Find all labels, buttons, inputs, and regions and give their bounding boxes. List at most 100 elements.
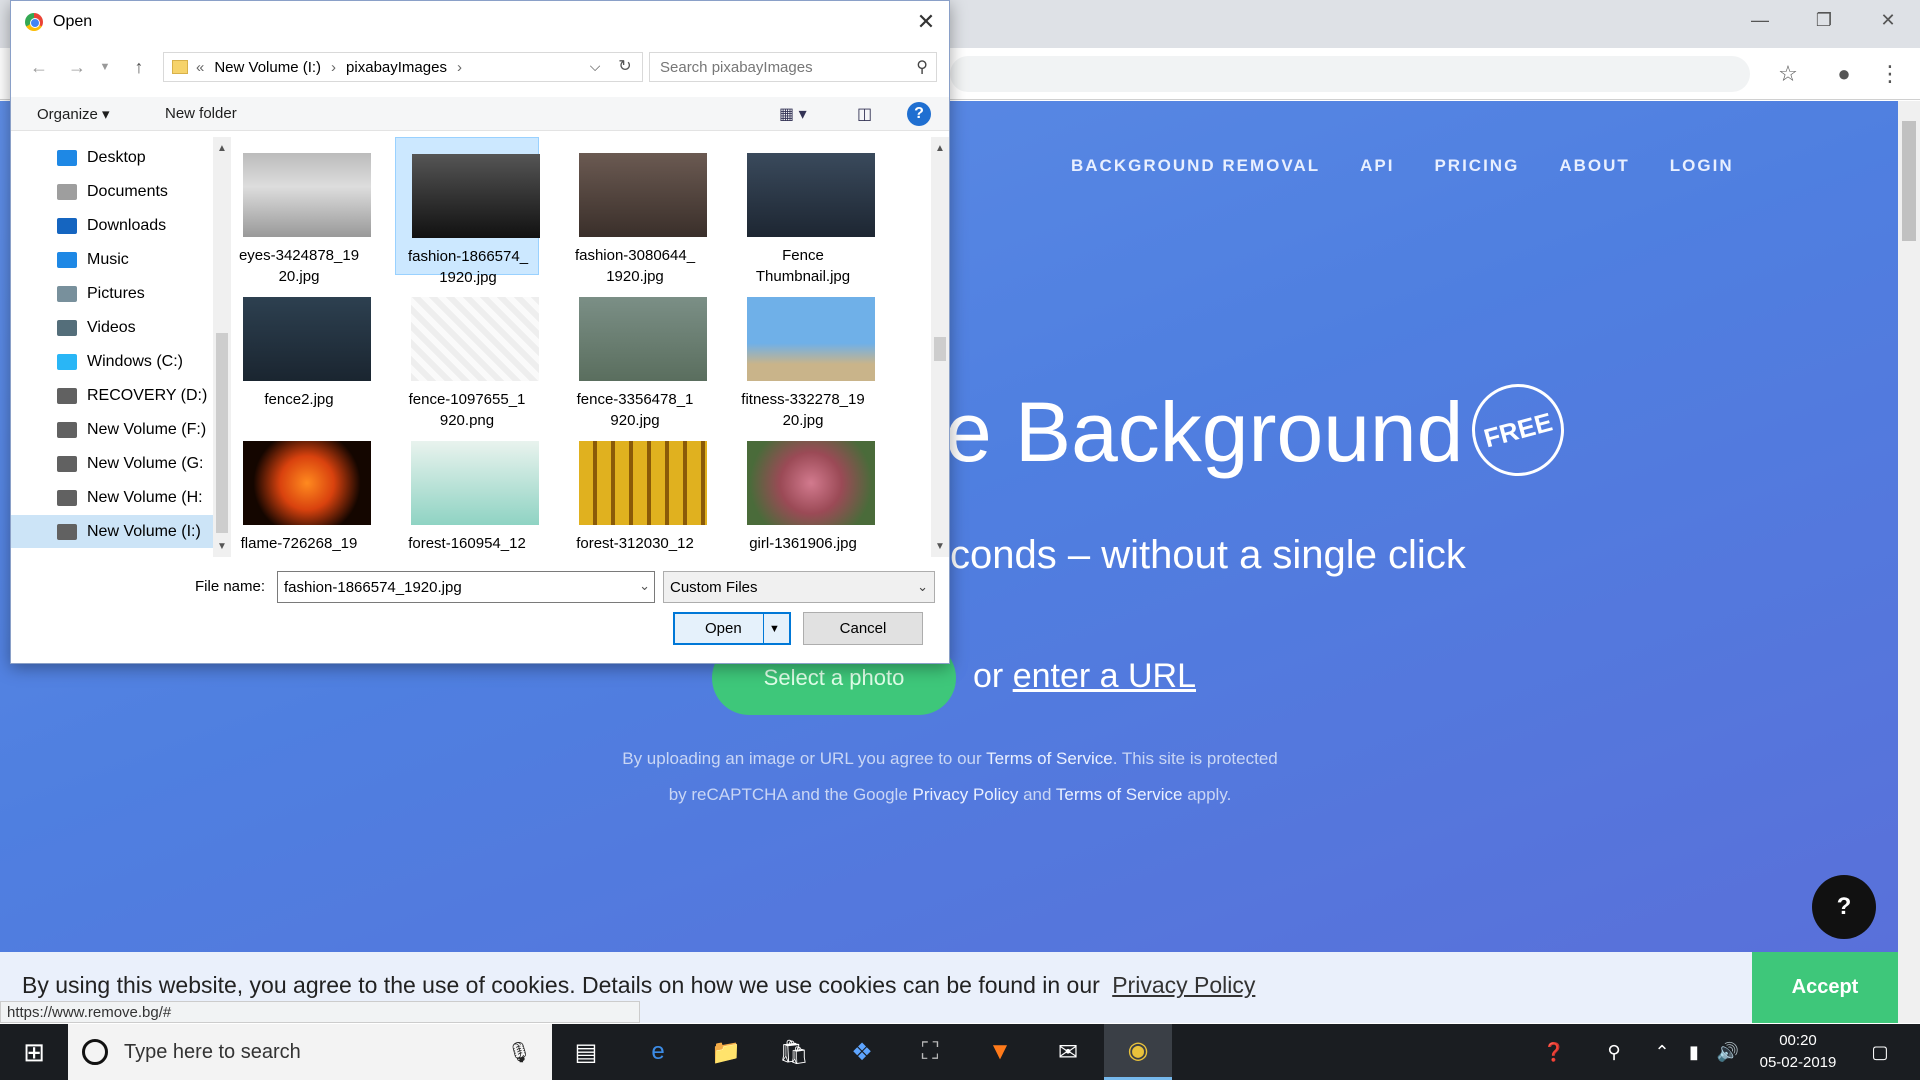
terms-link[interactable]: Terms of Service <box>986 749 1113 768</box>
file-scrollbar[interactable]: ▲ ▼ <box>931 137 949 557</box>
restore-icon[interactable]: ❐ <box>1792 0 1856 40</box>
edge-icon[interactable]: e <box>624 1024 692 1080</box>
nav-login[interactable]: LOGIN <box>1670 156 1734 176</box>
nav-pane-item[interactable]: RECOVERY (D:) <box>11 379 213 412</box>
help-chat-button[interactable]: ? <box>1812 875 1876 939</box>
scroll-down-icon[interactable]: ▼ <box>934 539 946 553</box>
nav-pane-item[interactable]: New Volume (H: <box>11 481 213 514</box>
up-arrow-icon[interactable]: ↑ <box>127 55 151 79</box>
help-tray-icon[interactable]: ❓ <box>1536 1024 1572 1080</box>
nav-pane-item[interactable]: Documents <box>11 175 213 208</box>
file-tile[interactable]: forest-160954_1280.png <box>395 425 539 557</box>
file-tile[interactable]: eyes-3424878_19 20.jpg <box>233 137 371 285</box>
nav-api[interactable]: API <box>1360 156 1394 176</box>
help-icon[interactable]: ? <box>907 102 931 126</box>
close-window-icon[interactable]: ✕ <box>1856 0 1920 40</box>
address-bar[interactable] <box>950 56 1750 92</box>
vlc-icon[interactable]: ▼ <box>966 1024 1034 1080</box>
people-icon[interactable]: ⚲ <box>1596 1024 1632 1080</box>
file-tile[interactable]: fence-1097655_1 920.png <box>395 281 539 429</box>
nav-pane-item[interactable]: Windows (C:) <box>11 345 213 378</box>
nav-scrollbar[interactable]: ▲ ▼ <box>213 137 231 557</box>
app-icon[interactable]: ⛶ <box>896 1024 964 1080</box>
nav-pane-item[interactable]: New Volume (G: <box>11 447 213 480</box>
new-folder-button[interactable]: New folder <box>165 105 237 122</box>
profile-icon[interactable]: ● <box>1830 60 1858 88</box>
breadcrumb-folder[interactable]: pixabayImages <box>346 59 447 76</box>
clock[interactable]: 00:20 05-02-2019 <box>1750 1030 1846 1074</box>
open-file-dialog: Open ✕ ← → ▼ ↑ « New Volume (I:) › pixab… <box>10 0 950 664</box>
refresh-icon[interactable]: ↻ <box>613 54 637 78</box>
microphone-icon[interactable]: 🎙 <box>507 1040 532 1065</box>
chevron-down-icon[interactable]: ⌄ <box>917 579 928 595</box>
page-scrollbar[interactable] <box>1898 101 1920 1023</box>
bookmark-star-icon[interactable]: ☆ <box>1774 60 1802 88</box>
file-tile[interactable]: forest-312030_1280.png <box>563 425 707 557</box>
nav-pane-item[interactable]: New Volume (F:) <box>11 413 213 446</box>
forward-arrow-icon[interactable]: → <box>65 55 89 79</box>
nav-pane-item[interactable]: New Volume (I:) <box>11 515 213 548</box>
scroll-thumb[interactable] <box>934 337 946 361</box>
nav-about[interactable]: ABOUT <box>1559 156 1629 176</box>
scroll-down-icon[interactable]: ▼ <box>216 539 228 553</box>
chevron-down-icon[interactable]: ⌄ <box>639 578 650 594</box>
battery-icon[interactable]: ▮ <box>1680 1024 1708 1080</box>
dialog-close-icon[interactable]: ✕ <box>911 7 941 37</box>
view-options-icon[interactable]: ▦ ▾ <box>779 104 807 124</box>
preview-pane-icon[interactable]: ◫ <box>857 104 872 124</box>
volume-icon[interactable]: 🔊 <box>1714 1024 1742 1080</box>
file-name-input[interactable]: fashion-1866574_1920.jpg ⌄ <box>277 571 655 603</box>
file-tile[interactable]: fashion-3080644_ 1920.jpg <box>563 137 707 285</box>
cancel-button[interactable]: Cancel <box>803 612 923 645</box>
scroll-thumb[interactable] <box>216 333 228 533</box>
taskbar-search[interactable]: Type here to search 🎙 <box>68 1024 552 1080</box>
file-explorer-icon[interactable]: 📁 <box>692 1024 760 1080</box>
chevron-up-icon[interactable]: ⌃ <box>1648 1024 1676 1080</box>
hero-title: e Background <box>945 385 1464 479</box>
notifications-icon[interactable]: ▢ <box>1860 1024 1900 1080</box>
file-tile[interactable]: girl-1361906.jpg <box>731 425 875 557</box>
open-split-dropdown-icon[interactable]: ▼ <box>763 614 785 643</box>
nav-pricing[interactable]: PRICING <box>1434 156 1519 176</box>
minimize-icon[interactable]: — <box>1728 0 1792 40</box>
privacy-link[interactable]: Privacy Policy <box>913 785 1019 804</box>
file-tile[interactable]: Fence Thumbnail.jpg <box>731 137 875 285</box>
chrome-taskbar-icon[interactable]: ◉ <box>1104 1024 1172 1080</box>
dropbox-icon[interactable]: ❖ <box>828 1024 896 1080</box>
nav-pane-item[interactable]: Pictures <box>11 277 213 310</box>
scroll-thumb[interactable] <box>1902 121 1916 241</box>
windows-start-icon[interactable]: ⊞ <box>0 1024 68 1080</box>
file-tile[interactable]: fence-3356478_1 920.jpg <box>563 281 707 429</box>
scroll-up-icon[interactable]: ▲ <box>216 141 228 155</box>
enter-url-link[interactable]: enter a URL <box>1013 657 1196 695</box>
file-tile[interactable]: flame-726268_1920.jpg <box>233 425 371 557</box>
menu-kebab-icon[interactable]: ⋮ <box>1876 60 1904 88</box>
file-tile[interactable]: fitness-332278_19 20.jpg <box>731 281 875 429</box>
nav-pane-label: Pictures <box>87 284 145 302</box>
breadcrumb-drive[interactable]: New Volume (I:) <box>214 59 321 76</box>
command-bar: Organize ▾ New folder ▦ ▾ ◫ ? <box>11 97 949 131</box>
mail-icon[interactable]: ✉ <box>1034 1024 1102 1080</box>
breadcrumb[interactable]: « New Volume (I:) › pixabayImages › <box>163 52 643 82</box>
nav-pane-item[interactable]: Remix OS (R:) <box>11 549 213 558</box>
search-input[interactable]: Search pixabayImages ⚲ <box>649 52 937 82</box>
organize-button[interactable]: Organize ▾ <box>37 105 110 123</box>
file-type-select[interactable]: Custom Files ⌄ <box>663 571 935 603</box>
nav-pane-item[interactable]: Downloads <box>11 209 213 242</box>
file-tile[interactable]: fashion-1866574_ 1920.jpg <box>395 137 540 286</box>
nav-pane-item[interactable]: Music <box>11 243 213 276</box>
dialog-titlebar[interactable]: Open ✕ <box>11 1 949 44</box>
nav-pane-item[interactable]: Videos <box>11 311 213 344</box>
accept-cookies-button[interactable]: Accept <box>1752 952 1898 1023</box>
recent-locations-icon[interactable]: ▼ <box>93 55 117 79</box>
task-view-icon[interactable]: ▤ <box>552 1024 620 1080</box>
nav-pane-item[interactable]: Desktop <box>11 141 213 174</box>
terms-link[interactable]: Terms of Service <box>1056 785 1183 804</box>
back-arrow-icon[interactable]: ← <box>27 55 51 79</box>
file-tile[interactable]: fence2.jpg <box>233 281 371 419</box>
cookie-privacy-link[interactable]: Privacy Policy <box>1112 972 1255 998</box>
address-dropdown-icon[interactable]: ⌵ <box>583 54 607 78</box>
nav-background-removal[interactable]: BACKGROUND REMOVAL <box>1071 156 1320 176</box>
store-icon[interactable]: 🛍 <box>760 1024 828 1080</box>
scroll-up-icon[interactable]: ▲ <box>934 141 946 155</box>
